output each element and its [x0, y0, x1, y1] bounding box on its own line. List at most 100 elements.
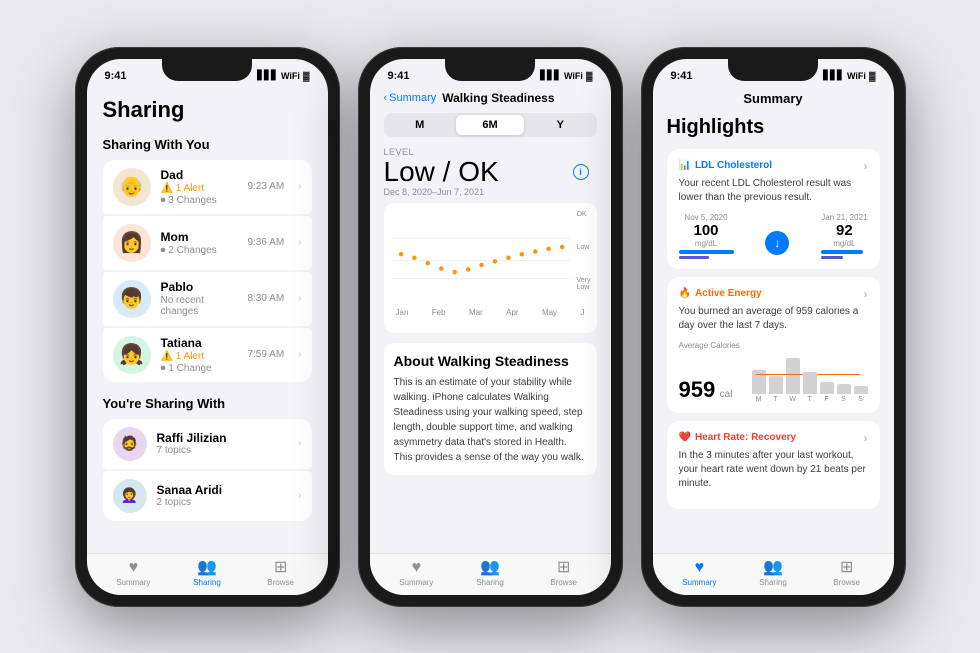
- heartrate-category: ❤️ Heart Rate: Recovery ›: [679, 431, 868, 445]
- summary-screen-title: Summary: [667, 91, 880, 106]
- battery-icon-2: ▓: [586, 71, 593, 81]
- phone-sharing: 9:41 ▋▋▋ WiFi ▓ Sharing Sharing With You…: [75, 47, 340, 607]
- phones-container: 9:41 ▋▋▋ WiFi ▓ Sharing Sharing With You…: [55, 27, 926, 627]
- tab-browse-2[interactable]: ⊞ Browse: [544, 560, 584, 587]
- label-low: Low: [576, 244, 590, 251]
- tab-summary-3[interactable]: ♥ Summary: [679, 560, 719, 587]
- contact-pablo-name: Pablo: [161, 280, 238, 294]
- energy-category: 🔥 Active Energy ›: [679, 287, 868, 301]
- contact-tatiana[interactable]: 👧 Tatiana ⚠️ 1 Alert ⏺ 1 Change 7:59 AM …: [103, 328, 312, 382]
- tab-sharing-label-2: Sharing: [476, 578, 504, 587]
- chol-reading-2: Jan 21, 2021 92 mg/dL: [821, 213, 867, 259]
- contact-mom[interactable]: 👩 Mom ⏺ 2 Changes 9:36 AM ›: [103, 216, 312, 270]
- bar-s2: [854, 386, 868, 394]
- tab-bar-1: ♥ Summary 👥 Sharing ⊞ Browse: [87, 553, 328, 595]
- avg-calories-label: Average Calories: [679, 341, 868, 350]
- label-jun: J: [580, 308, 584, 317]
- bar-day-labels: M T W T F S S: [752, 396, 868, 403]
- card-ldl[interactable]: 📊 LDL Cholesterol › Your recent LDL Chol…: [667, 149, 880, 269]
- tab-sharing-1[interactable]: 👥 Sharing: [187, 560, 227, 587]
- signal-icon: ▋▋▋: [257, 70, 278, 81]
- contact-dad[interactable]: 👴 Dad ⚠️ 1 Alert ⏺ 3 Changes 9:23 AM ›: [103, 160, 312, 214]
- tab-summary-label-2: Summary: [399, 578, 433, 587]
- heart-icon-1: ♥: [129, 560, 139, 576]
- status-icons-1: ▋▋▋ WiFi ▓: [257, 70, 309, 81]
- phone3-content: Summary Highlights 📊 LDL Cholesterol › Y…: [653, 89, 894, 595]
- calories-value: 959: [679, 377, 716, 402]
- segment-m[interactable]: M: [386, 115, 454, 135]
- chart-right-labels: OK Low VeryLow: [576, 211, 590, 291]
- sharing-raffi[interactable]: 🧔 Raffi Jilizian 7 topics ›: [103, 419, 312, 469]
- ldl-icon: 📊: [679, 160, 691, 171]
- chevron-mom: ›: [298, 237, 301, 248]
- calories-unit: cal: [720, 389, 733, 400]
- notch-1: [162, 59, 252, 81]
- back-chevron: ‹: [384, 92, 388, 104]
- battery-icon-3: ▓: [869, 71, 876, 81]
- tab-bar-3: ♥ Summary 👥 Sharing ⊞ Browse: [653, 553, 894, 595]
- chevron-tatiana: ›: [298, 349, 301, 360]
- segment-6m[interactable]: 6M: [456, 115, 524, 135]
- tab-summary-2[interactable]: ♥ Summary: [396, 560, 436, 587]
- chol-date-1: Nov 5, 2020: [679, 213, 734, 222]
- phone-walking-screen: 9:41 ▋▋▋ WiFi ▓ ‹ Summary Walking Steadi…: [370, 59, 611, 595]
- tab-browse-label-2: Browse: [550, 578, 577, 587]
- about-text: This is an estimate of your stability wh…: [394, 375, 587, 465]
- ldl-label: LDL Cholesterol: [695, 160, 772, 171]
- browse-icon-2: ⊞: [557, 560, 570, 576]
- info-icon[interactable]: i: [573, 164, 589, 180]
- avatar-tatiana: 👧: [113, 336, 151, 374]
- tab-sharing-3[interactable]: 👥 Sharing: [753, 560, 793, 587]
- browse-icon-1: ⊞: [274, 560, 287, 576]
- status-time-3: 9:41: [671, 70, 693, 82]
- energy-label: Active Energy: [695, 288, 762, 299]
- bar-label-w: W: [786, 396, 800, 403]
- notch-3: [728, 59, 818, 81]
- notch-2: [445, 59, 535, 81]
- contact-dad-changes: ⏺ 3 Changes: [161, 195, 238, 206]
- tab-browse-3[interactable]: ⊞ Browse: [827, 560, 867, 587]
- tab-browse-1[interactable]: ⊞ Browse: [261, 560, 301, 587]
- status-time-2: 9:41: [388, 70, 410, 82]
- sharing-sanaa[interactable]: 👩‍🦱 Sanaa Aridi 2 topics ›: [103, 471, 312, 521]
- chol-arrow: ↓: [765, 231, 789, 255]
- nav-header-2: ‹ Summary Walking Steadiness: [384, 91, 597, 105]
- back-button[interactable]: ‹ Summary: [384, 92, 437, 104]
- card-energy[interactable]: 🔥 Active Energy › You burned an average …: [667, 277, 880, 413]
- avatar-mom: 👩: [113, 224, 151, 262]
- chol-unit-2: mg/dL: [821, 239, 867, 248]
- heart-icon-2: ♥: [412, 560, 422, 576]
- tab-summary-label-3: Summary: [682, 578, 716, 587]
- chol-value-1: 100: [679, 222, 734, 239]
- chevron-energy: ›: [864, 287, 868, 301]
- contact-tatiana-time: 7:59 AM: [247, 349, 284, 360]
- avatar-pablo: 👦: [113, 280, 151, 318]
- sharing-with-list: 🧔 Raffi Jilizian 7 topics › 👩‍🦱 Sanaa Ar…: [103, 419, 312, 521]
- wifi-icon-3: WiFi: [847, 71, 866, 81]
- card-heart-rate[interactable]: ❤️ Heart Rate: Recovery › In the 3 minut…: [667, 421, 880, 509]
- bar-f: [820, 382, 834, 394]
- energy-icon: 🔥: [679, 288, 691, 299]
- contact-tatiana-changes: ⏺ 1 Change: [161, 363, 238, 374]
- segment-y[interactable]: Y: [526, 115, 594, 135]
- tab-summary-1[interactable]: ♥ Summary: [113, 560, 153, 587]
- contact-pablo-info: Pablo No recent changes: [161, 280, 238, 317]
- contact-dad-time: 9:23 AM: [247, 181, 284, 192]
- calories-value-group: 959 cal: [679, 377, 733, 403]
- heart-icon-3: ♥: [695, 560, 705, 576]
- label-may: May: [542, 308, 557, 317]
- signal-icon-3: ▋▋▋: [823, 70, 844, 81]
- bar-label-s1: S: [837, 396, 851, 403]
- level-label: LEVEL: [384, 147, 597, 157]
- sharing-icon-1: 👥: [197, 560, 217, 576]
- chol-bar-2: [821, 250, 863, 254]
- contact-dad-name: Dad: [161, 168, 238, 182]
- walking-chart-svg: [392, 211, 589, 301]
- contact-dad-info: Dad ⚠️ 1 Alert ⏺ 3 Changes: [161, 168, 238, 206]
- phone2-content: ‹ Summary Walking Steadiness M 6M Y LEVE…: [370, 89, 611, 595]
- tab-sharing-2[interactable]: 👥 Sharing: [470, 560, 510, 587]
- sharing-icon-3: 👥: [763, 560, 783, 576]
- contact-pablo[interactable]: 👦 Pablo No recent changes 8:30 AM ›: [103, 272, 312, 326]
- chevron-ldl: ›: [864, 159, 868, 173]
- battery-icon: ▓: [303, 71, 310, 81]
